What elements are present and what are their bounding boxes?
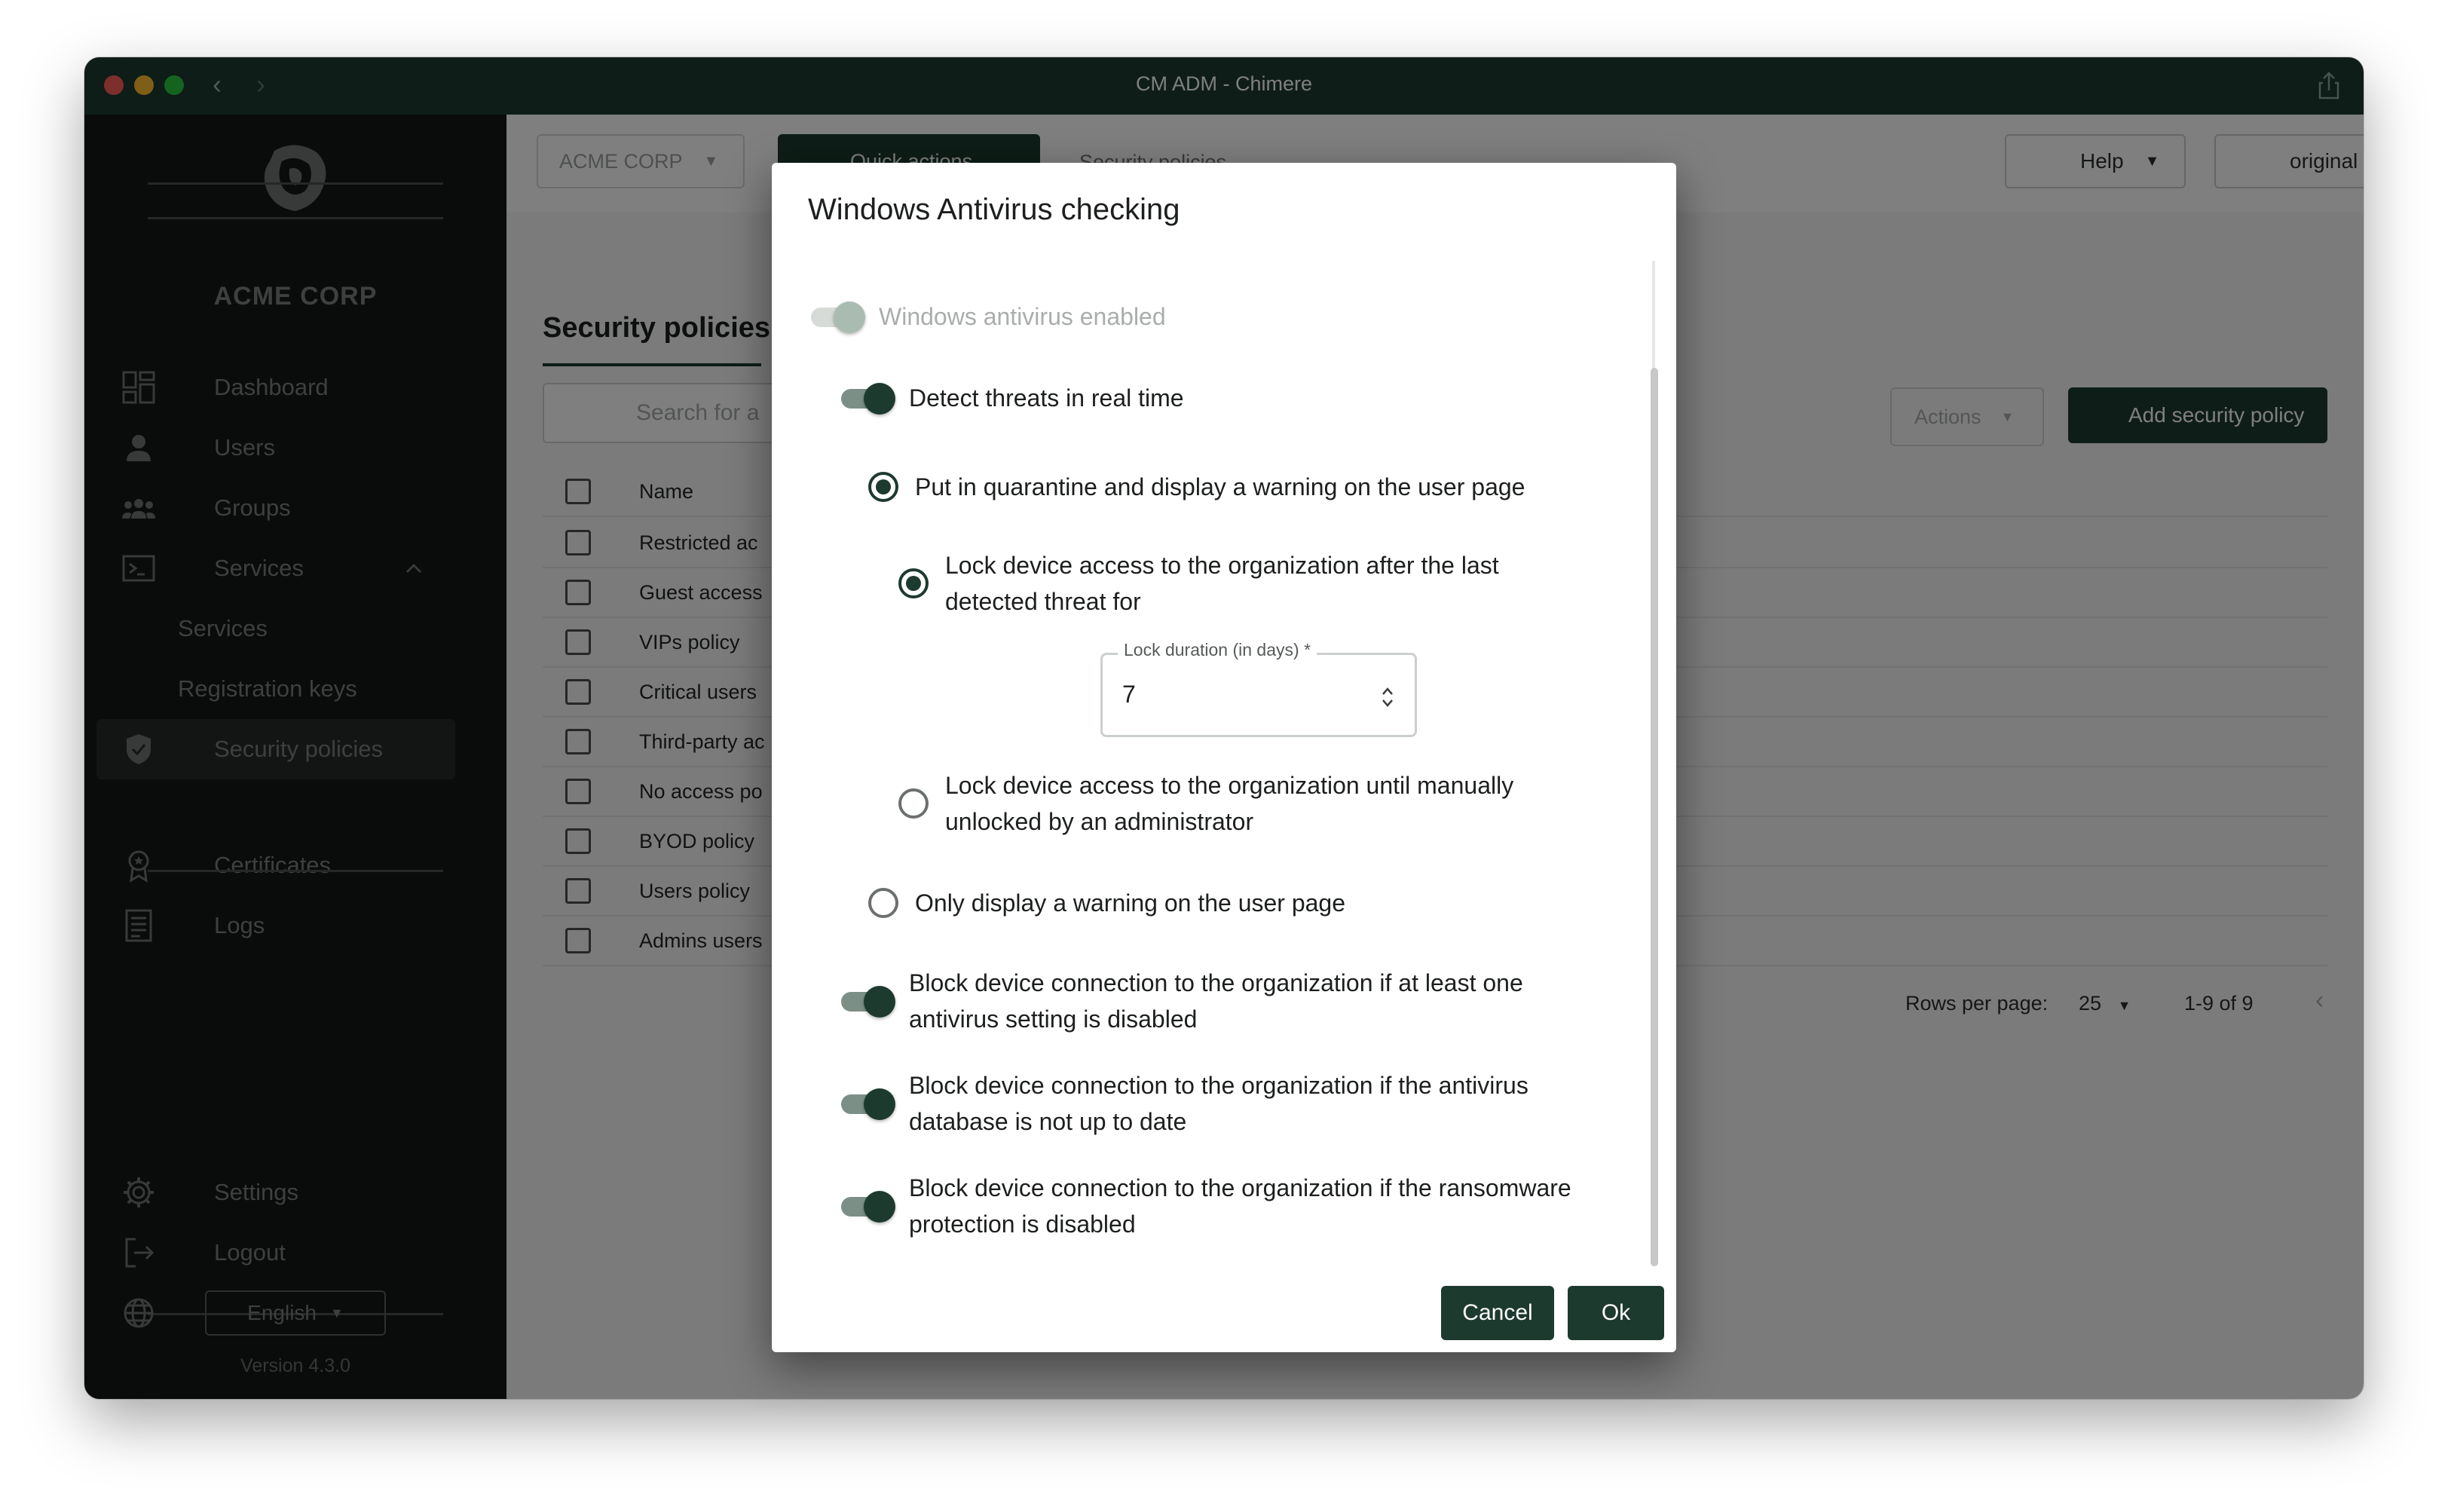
block-database-toggle[interactable]	[838, 1085, 897, 1122]
lock-after-threat-line2: detected threat for	[945, 588, 1141, 615]
block-database-line1: Block device connection to the organizat…	[909, 1072, 1528, 1099]
cancel-button[interactable]: Cancel	[1441, 1286, 1554, 1340]
lock-after-threat-radio[interactable]	[898, 568, 929, 598]
dialog-title: Windows Antivirus checking	[808, 193, 1180, 226]
windows-antivirus-dialog: Windows Antivirus checking Windows antiv…	[772, 163, 1676, 1352]
lock-manual-line1: Lock device access to the organization u…	[945, 772, 1514, 799]
number-stepper-icon[interactable]	[1379, 682, 1397, 712]
lock-after-threat-label: Lock device access to the organization a…	[945, 547, 1499, 620]
detect-realtime-toggle[interactable]	[838, 380, 897, 416]
block-ransomware-line2: protection is disabled	[909, 1211, 1136, 1238]
antivirus-enabled-toggle[interactable]	[808, 298, 867, 335]
lock-manual-label: Lock device access to the organization u…	[945, 767, 1513, 840]
lock-manual-radio[interactable]	[898, 788, 929, 819]
block-setting-disabled-label: Block device connection to the organizat…	[909, 965, 1523, 1037]
block-setting-line1: Block device connection to the organizat…	[909, 969, 1523, 996]
quarantine-radio[interactable]	[868, 472, 898, 502]
block-database-label: Block device connection to the organizat…	[909, 1067, 1528, 1140]
block-ransomware-label: Block device connection to the organizat…	[909, 1170, 1571, 1242]
dialog-scrollbar[interactable]	[1651, 368, 1658, 1266]
quarantine-label: Put in quarantine and display a warning …	[915, 473, 1525, 500]
ok-button[interactable]: Ok	[1568, 1286, 1664, 1340]
lock-duration-label: Lock duration (in days) *	[1118, 640, 1317, 660]
block-database-line2: database is not up to date	[909, 1108, 1187, 1135]
block-ransomware-toggle[interactable]	[838, 1188, 897, 1224]
block-setting-line2: antivirus setting is disabled	[909, 1005, 1198, 1033]
detect-realtime-label: Detect threats in real time	[909, 384, 1184, 412]
lock-after-threat-line1: Lock device access to the organization a…	[945, 552, 1499, 579]
warning-only-label: Only display a warning on the user page	[915, 889, 1346, 917]
antivirus-enabled-label: Windows antivirus enabled	[879, 303, 1166, 330]
lock-duration-field[interactable]: Lock duration (in days) * 7	[1100, 640, 1417, 737]
lock-duration-value: 7	[1122, 681, 1136, 708]
block-ransomware-line1: Block device connection to the organizat…	[909, 1174, 1571, 1201]
lock-manual-line2: unlocked by an administrator	[945, 808, 1254, 835]
block-setting-disabled-toggle[interactable]	[838, 983, 897, 1019]
warning-only-radio[interactable]	[868, 888, 898, 918]
